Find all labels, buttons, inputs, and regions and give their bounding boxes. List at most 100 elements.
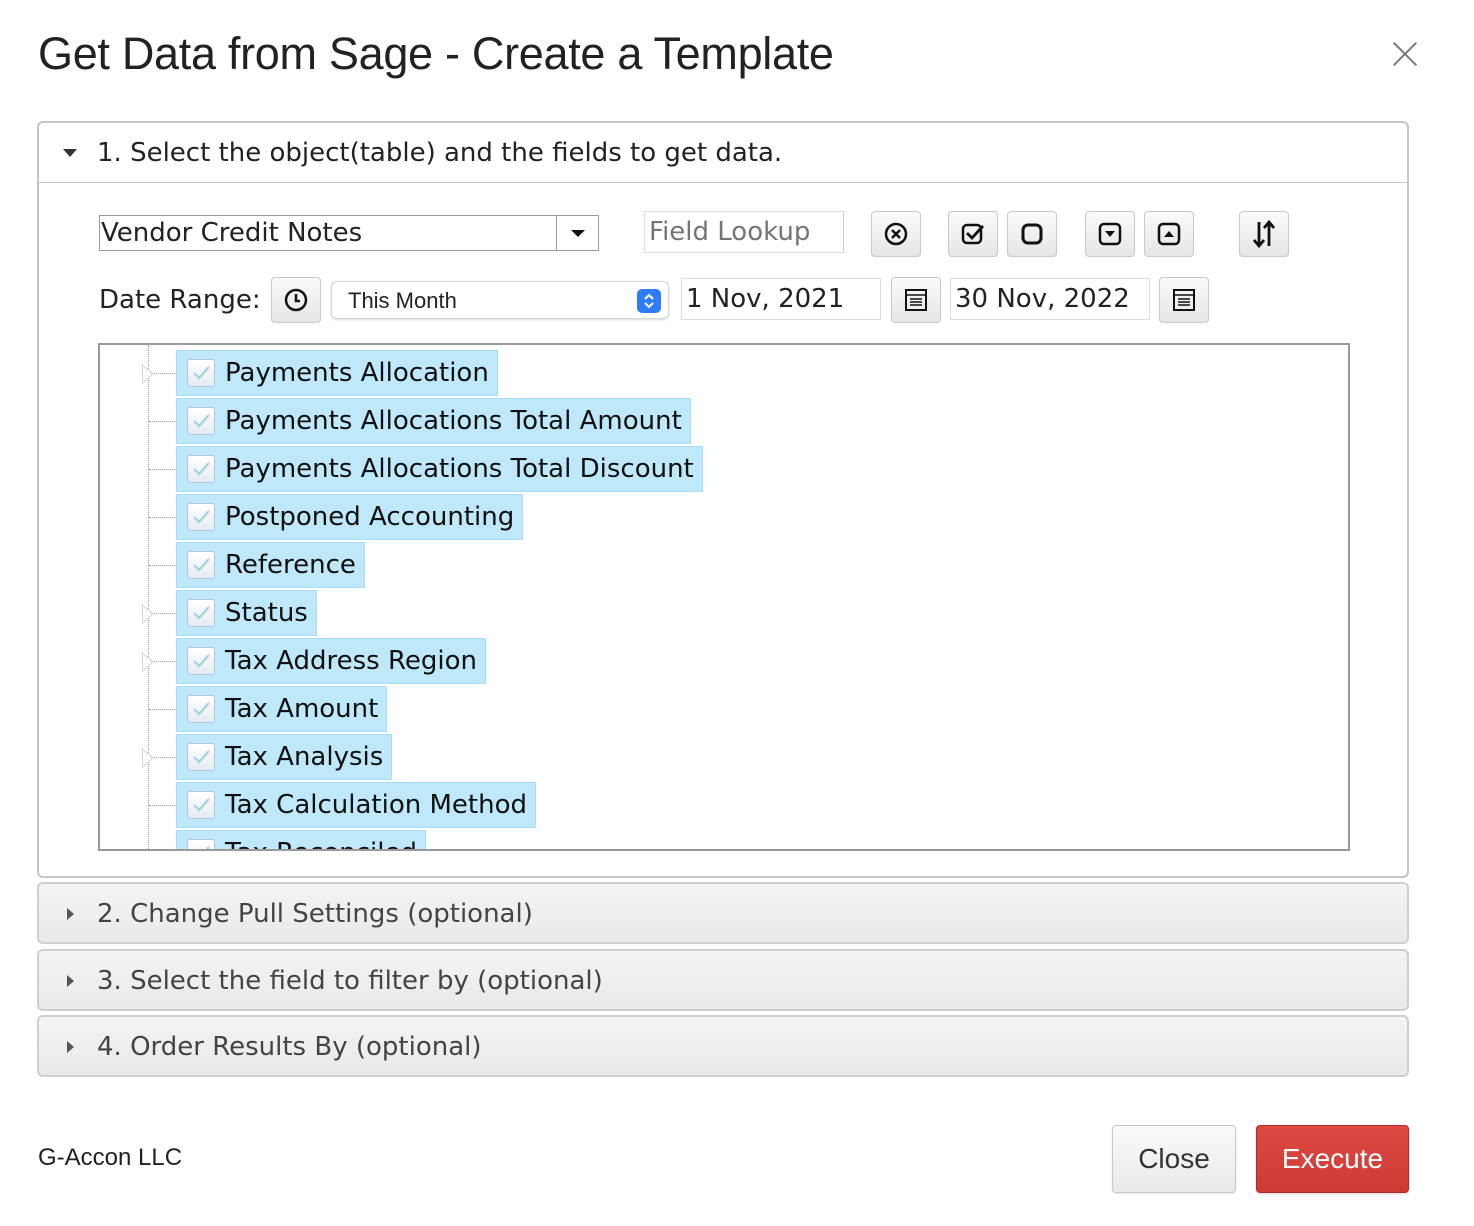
sort-button[interactable]: [1239, 211, 1289, 257]
date-from-input[interactable]: 1 Nov, 2021: [681, 278, 881, 320]
checkbox-checked-icon[interactable]: [187, 791, 215, 819]
tree-row: Tax Amount: [100, 683, 1348, 732]
tree-branch-line: [149, 421, 177, 422]
tree-expand-icon[interactable]: [142, 748, 154, 768]
uncheck-all-icon: [1021, 223, 1043, 245]
tree-branch-line: [149, 469, 177, 470]
checkbox-checked-icon[interactable]: [187, 743, 215, 771]
date-to-input[interactable]: 30 Nov, 2022: [950, 278, 1150, 320]
dialog-title: Get Data from Sage - Create a Template: [38, 28, 834, 79]
tree-row: Payments Allocations Total Amount: [100, 395, 1348, 444]
section-1-header[interactable]: 1. Select the object(table) and the fiel…: [39, 123, 1407, 183]
checkbox-checked-icon[interactable]: [187, 455, 215, 483]
tree-node-label: Reference: [225, 550, 356, 580]
checkbox-checked-icon[interactable]: [187, 551, 215, 579]
tree-node-label: Payments Allocations Total Amount: [225, 406, 682, 436]
tree-node[interactable]: Postponed Accounting: [176, 494, 524, 540]
close-button[interactable]: Close: [1112, 1125, 1236, 1193]
tree-expand-icon[interactable]: [142, 364, 154, 384]
expand-all-icon: [1098, 222, 1122, 246]
tree-row: Payments Allocations Total Discount: [100, 443, 1348, 492]
expand-triangle-icon: [67, 908, 74, 920]
tree-node[interactable]: Tax Address Region: [176, 638, 486, 684]
tree-branch-line: [149, 805, 177, 806]
tree-node[interactable]: Payments Allocation: [176, 350, 498, 396]
date-range-label: Date Range:: [99, 285, 261, 315]
section-select-object: 1. Select the object(table) and the fiel…: [37, 121, 1409, 878]
expand-triangle-icon: [67, 975, 74, 987]
select-stepper-icon: [637, 289, 661, 313]
checkbox-checked-icon[interactable]: [187, 359, 215, 387]
tree-row: Tax Reconciled: [100, 827, 1348, 849]
section-2-title: 2. Change Pull Settings (optional): [97, 899, 533, 929]
check-all-icon: [961, 223, 985, 245]
calendar-icon: [905, 289, 927, 311]
tree-node[interactable]: Tax Reconciled: [176, 830, 426, 849]
section-3-title: 3. Select the field to filter by (option…: [97, 966, 603, 996]
tree-row: Status: [100, 587, 1348, 636]
close-icon[interactable]: [1386, 36, 1424, 74]
collapse-all-icon: [1157, 222, 1181, 246]
date-range-select-value: This Month: [348, 288, 457, 313]
tree-node[interactable]: Tax Calculation Method: [176, 782, 536, 828]
tree-expand-icon[interactable]: [142, 652, 154, 672]
collapse-all-button[interactable]: [1144, 211, 1194, 257]
tree-row: Postponed Accounting: [100, 491, 1348, 540]
tree-node-label: Postponed Accounting: [225, 502, 515, 532]
sort-icon: [1252, 219, 1276, 249]
clear-lookup-button[interactable]: [871, 211, 921, 257]
check-all-button[interactable]: [948, 211, 998, 257]
collapse-triangle-icon: [63, 149, 77, 157]
section-4-title: 4. Order Results By (optional): [97, 1032, 482, 1062]
tree-row: Payments Allocation: [100, 347, 1348, 396]
section-4-header[interactable]: 4. Order Results By (optional): [37, 1015, 1409, 1077]
clock-icon: [284, 288, 308, 312]
tree-node[interactable]: Tax Analysis: [176, 734, 393, 780]
uncheck-all-button[interactable]: [1007, 211, 1057, 257]
tree-row: Tax Address Region: [100, 635, 1348, 684]
checkbox-checked-icon[interactable]: [187, 503, 215, 531]
tree-node[interactable]: Payments Allocations Total Discount: [176, 446, 703, 492]
clear-circle-x-icon: [884, 222, 908, 246]
checkbox-checked-icon[interactable]: [187, 599, 215, 627]
tree-node-label: Payments Allocations Total Discount: [225, 454, 694, 484]
date-range-select[interactable]: This Month: [331, 281, 669, 319]
tree-branch-line: [149, 709, 177, 710]
section-3-header[interactable]: 3. Select the field to filter by (option…: [37, 949, 1409, 1011]
tree-node[interactable]: Reference: [176, 542, 365, 588]
tree-node-label: Tax Calculation Method: [225, 790, 527, 820]
checkbox-checked-icon[interactable]: [187, 407, 215, 435]
tree-row: Tax Calculation Method: [100, 779, 1348, 828]
checkbox-checked-icon[interactable]: [187, 695, 215, 723]
tree-node-label: Payments Allocation: [225, 358, 489, 388]
fields-tree[interactable]: Payments Allocation Payments Allocations …: [98, 343, 1350, 851]
tree-row: Tax Analysis: [100, 731, 1348, 780]
expand-triangle-icon: [67, 1041, 74, 1053]
tree-node[interactable]: Payments Allocations Total Amount: [176, 398, 691, 444]
section-2-header[interactable]: 2. Change Pull Settings (optional): [37, 882, 1409, 944]
section-1-title: 1. Select the object(table) and the fiel…: [97, 138, 783, 168]
tree-node[interactable]: Tax Amount: [176, 686, 388, 732]
tree-node[interactable]: Status: [176, 590, 317, 636]
tree-node-label: Tax Amount: [225, 694, 379, 724]
tree-expand-icon[interactable]: [142, 604, 154, 624]
object-select-value: Vendor Credit Notes: [101, 218, 363, 248]
tree-node-label: Tax Address Region: [225, 646, 477, 676]
date-range-clock-button[interactable]: [271, 277, 321, 323]
execute-button[interactable]: Execute: [1256, 1125, 1409, 1193]
tree-row: Reference: [100, 539, 1348, 588]
field-lookup-input[interactable]: [644, 211, 844, 253]
object-select[interactable]: Vendor Credit Notes: [99, 215, 599, 251]
brand-label: G-Accon LLC: [38, 1144, 183, 1171]
tree-node-label: Tax Reconciled: [225, 838, 417, 849]
calendar-icon: [1173, 289, 1195, 311]
tree-node-label: Status: [225, 598, 308, 628]
expand-all-button[interactable]: [1085, 211, 1135, 257]
tree-branch-line: [149, 565, 177, 566]
tree-node-label: Tax Analysis: [225, 742, 384, 772]
checkbox-checked-icon[interactable]: [187, 839, 215, 849]
date-to-calendar-button[interactable]: [1159, 277, 1209, 323]
checkbox-checked-icon[interactable]: [187, 647, 215, 675]
date-from-calendar-button[interactable]: [891, 277, 941, 323]
chevron-down-icon[interactable]: [556, 216, 598, 250]
